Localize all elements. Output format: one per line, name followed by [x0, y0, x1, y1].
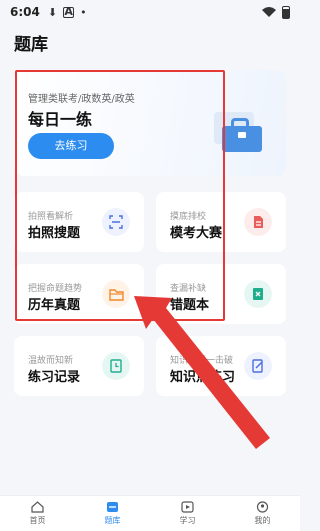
question-bank-icon: [107, 502, 118, 512]
daily-practice-card[interactable]: 管理类联考/政数英/政英 每日一练 去练习: [14, 70, 286, 176]
battery-icon: [282, 5, 290, 19]
tile-title: 知识点练习: [170, 370, 236, 385]
tab-label: 题库: [104, 516, 121, 525]
scan-icon: [102, 208, 130, 236]
tile-title: 拍照搜题: [28, 226, 81, 241]
dot-icon: •: [80, 5, 87, 19]
play-icon: [181, 501, 194, 513]
tile-photo-search[interactable]: 拍照看解析 拍照搜题: [14, 192, 144, 252]
folder-icon: [102, 280, 130, 308]
edit-icon: [244, 352, 272, 380]
briefcase-icon: [210, 108, 272, 158]
tile-subtitle: 查漏补缺: [170, 284, 207, 294]
tab-profile[interactable]: 我的: [225, 496, 300, 531]
tab-home[interactable]: 首页: [0, 496, 75, 531]
record-icon: [102, 352, 130, 380]
tile-subtitle: 摸底排校: [170, 212, 207, 222]
tile-subtitle: 温故而知新: [28, 356, 74, 366]
tile-title: 模考大赛: [170, 226, 223, 241]
tab-study[interactable]: 学习: [150, 496, 225, 531]
tile-error-book[interactable]: 查漏补缺 错题本: [156, 264, 286, 324]
error-book-icon: [244, 280, 272, 308]
status-time: 6:04: [10, 5, 40, 19]
bottom-tab-bar: 首页 题库 学习 我的: [0, 495, 300, 531]
status-bar: 6:04 ⬇ A •: [0, 0, 300, 24]
tile-title: 错题本: [170, 298, 210, 313]
tile-mock-exam[interactable]: 摸底排校 模考大赛: [156, 192, 286, 252]
tab-question-bank[interactable]: 题库: [75, 496, 150, 531]
tile-knowledge-practice[interactable]: 知识点逐一击破 知识点练习: [156, 336, 286, 396]
tile-past-exams[interactable]: 把握命题趋势 历年真题: [14, 264, 144, 324]
user-icon: [256, 501, 269, 513]
wifi-icon: [262, 7, 276, 17]
daily-title: 每日一练: [28, 110, 93, 129]
tab-label: 我的: [254, 516, 271, 525]
page-title: 题库: [14, 35, 48, 55]
tile-subtitle: 拍照看解析: [28, 212, 74, 222]
home-icon: [31, 501, 44, 513]
tile-title: 历年真题: [28, 298, 81, 313]
tile-subtitle: 知识点逐一击破: [170, 356, 234, 366]
download-icon: ⬇: [47, 5, 58, 19]
a-box-icon: A: [63, 4, 75, 18]
document-icon: [244, 208, 272, 236]
tab-label: 首页: [29, 516, 46, 525]
feature-grid: 拍照看解析 拍照搜题 摸底排校 模考大赛 把握命题趋势 历年真题 查漏补缺 错题…: [14, 192, 286, 396]
daily-subtitle[interactable]: 管理类联考/政数英/政英: [28, 90, 135, 105]
tile-subtitle: 把握命题趋势: [28, 284, 83, 294]
go-practice-button[interactable]: 去练习: [28, 133, 114, 159]
tile-title: 练习记录: [28, 370, 81, 385]
tab-label: 学习: [179, 516, 196, 525]
tile-practice-record[interactable]: 温故而知新 练习记录: [14, 336, 144, 396]
